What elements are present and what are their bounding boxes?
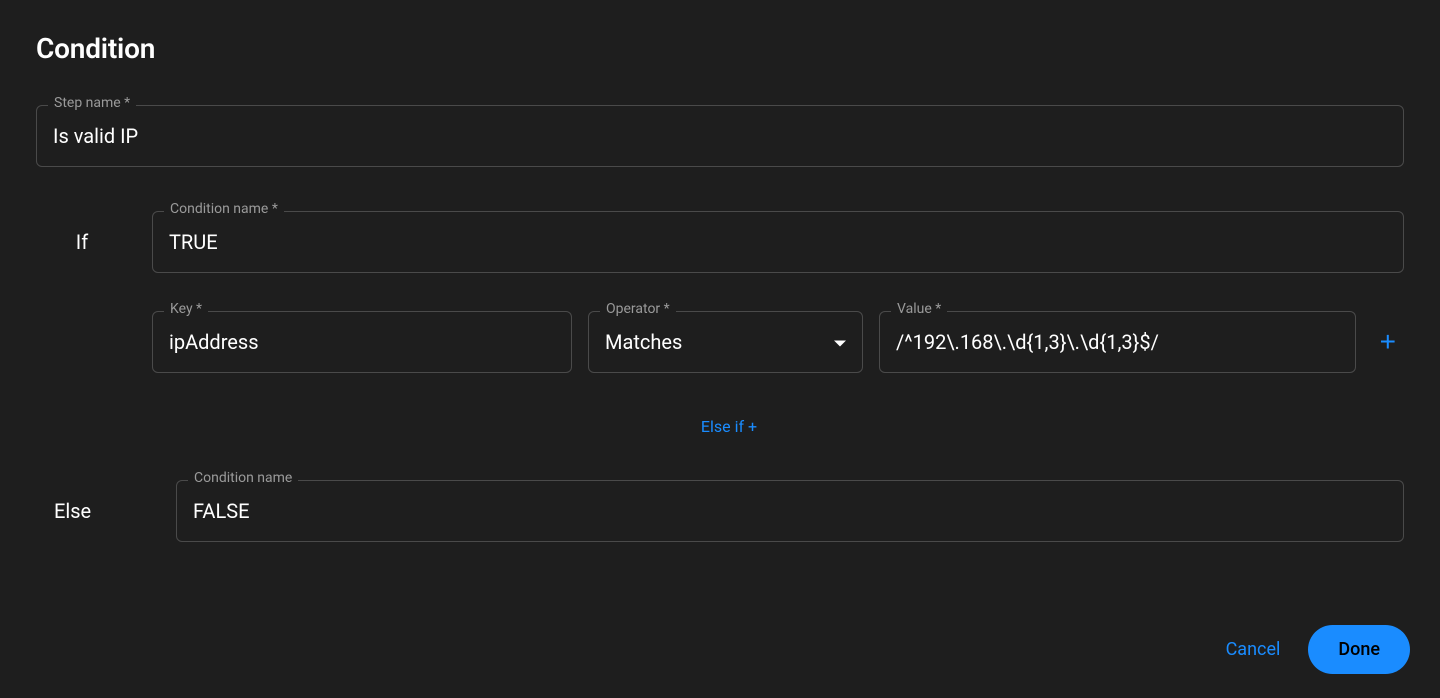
key-input[interactable] [152,311,572,373]
operator-field: Operator * Matches [588,311,863,373]
else-if-button[interactable]: Else if + [54,417,1404,436]
footer-actions: Cancel Done [1226,625,1410,674]
step-name-label: Step name * [48,95,136,111]
value-field: Value * [879,311,1356,373]
key-field: Key * [152,311,572,373]
add-rule-button[interactable]: + [1372,326,1404,358]
cancel-button[interactable]: Cancel [1226,639,1281,660]
else-row: Else Condition name [36,480,1404,542]
if-label: If [36,230,136,254]
step-name-input[interactable] [36,105,1404,167]
condition-editor: Condition Step name * If Condition name … [0,0,1440,698]
done-button[interactable]: Done [1308,625,1410,674]
else-condition-name-input[interactable] [176,480,1404,542]
if-condition-name-input[interactable] [152,211,1404,273]
page-title: Condition [36,32,1404,65]
if-condition-name-label: Condition name * [164,201,284,217]
value-label: Value * [891,301,947,317]
rule-row: Key * Operator * Matches Value * + [152,311,1404,373]
step-name-field: Step name * [36,105,1404,167]
else-label: Else [36,499,160,523]
value-input[interactable] [879,311,1356,373]
operator-label: Operator * [600,301,676,317]
else-condition-name-field: Condition name [176,480,1404,542]
step-name-row: Step name * [36,105,1404,167]
operator-select[interactable]: Matches [588,311,863,373]
key-label: Key * [164,301,208,317]
if-condition-name-field: Condition name * [152,211,1404,273]
else-condition-name-label: Condition name [188,470,298,486]
plus-icon: + [1380,326,1396,357]
if-row: If Condition name * [36,211,1404,273]
